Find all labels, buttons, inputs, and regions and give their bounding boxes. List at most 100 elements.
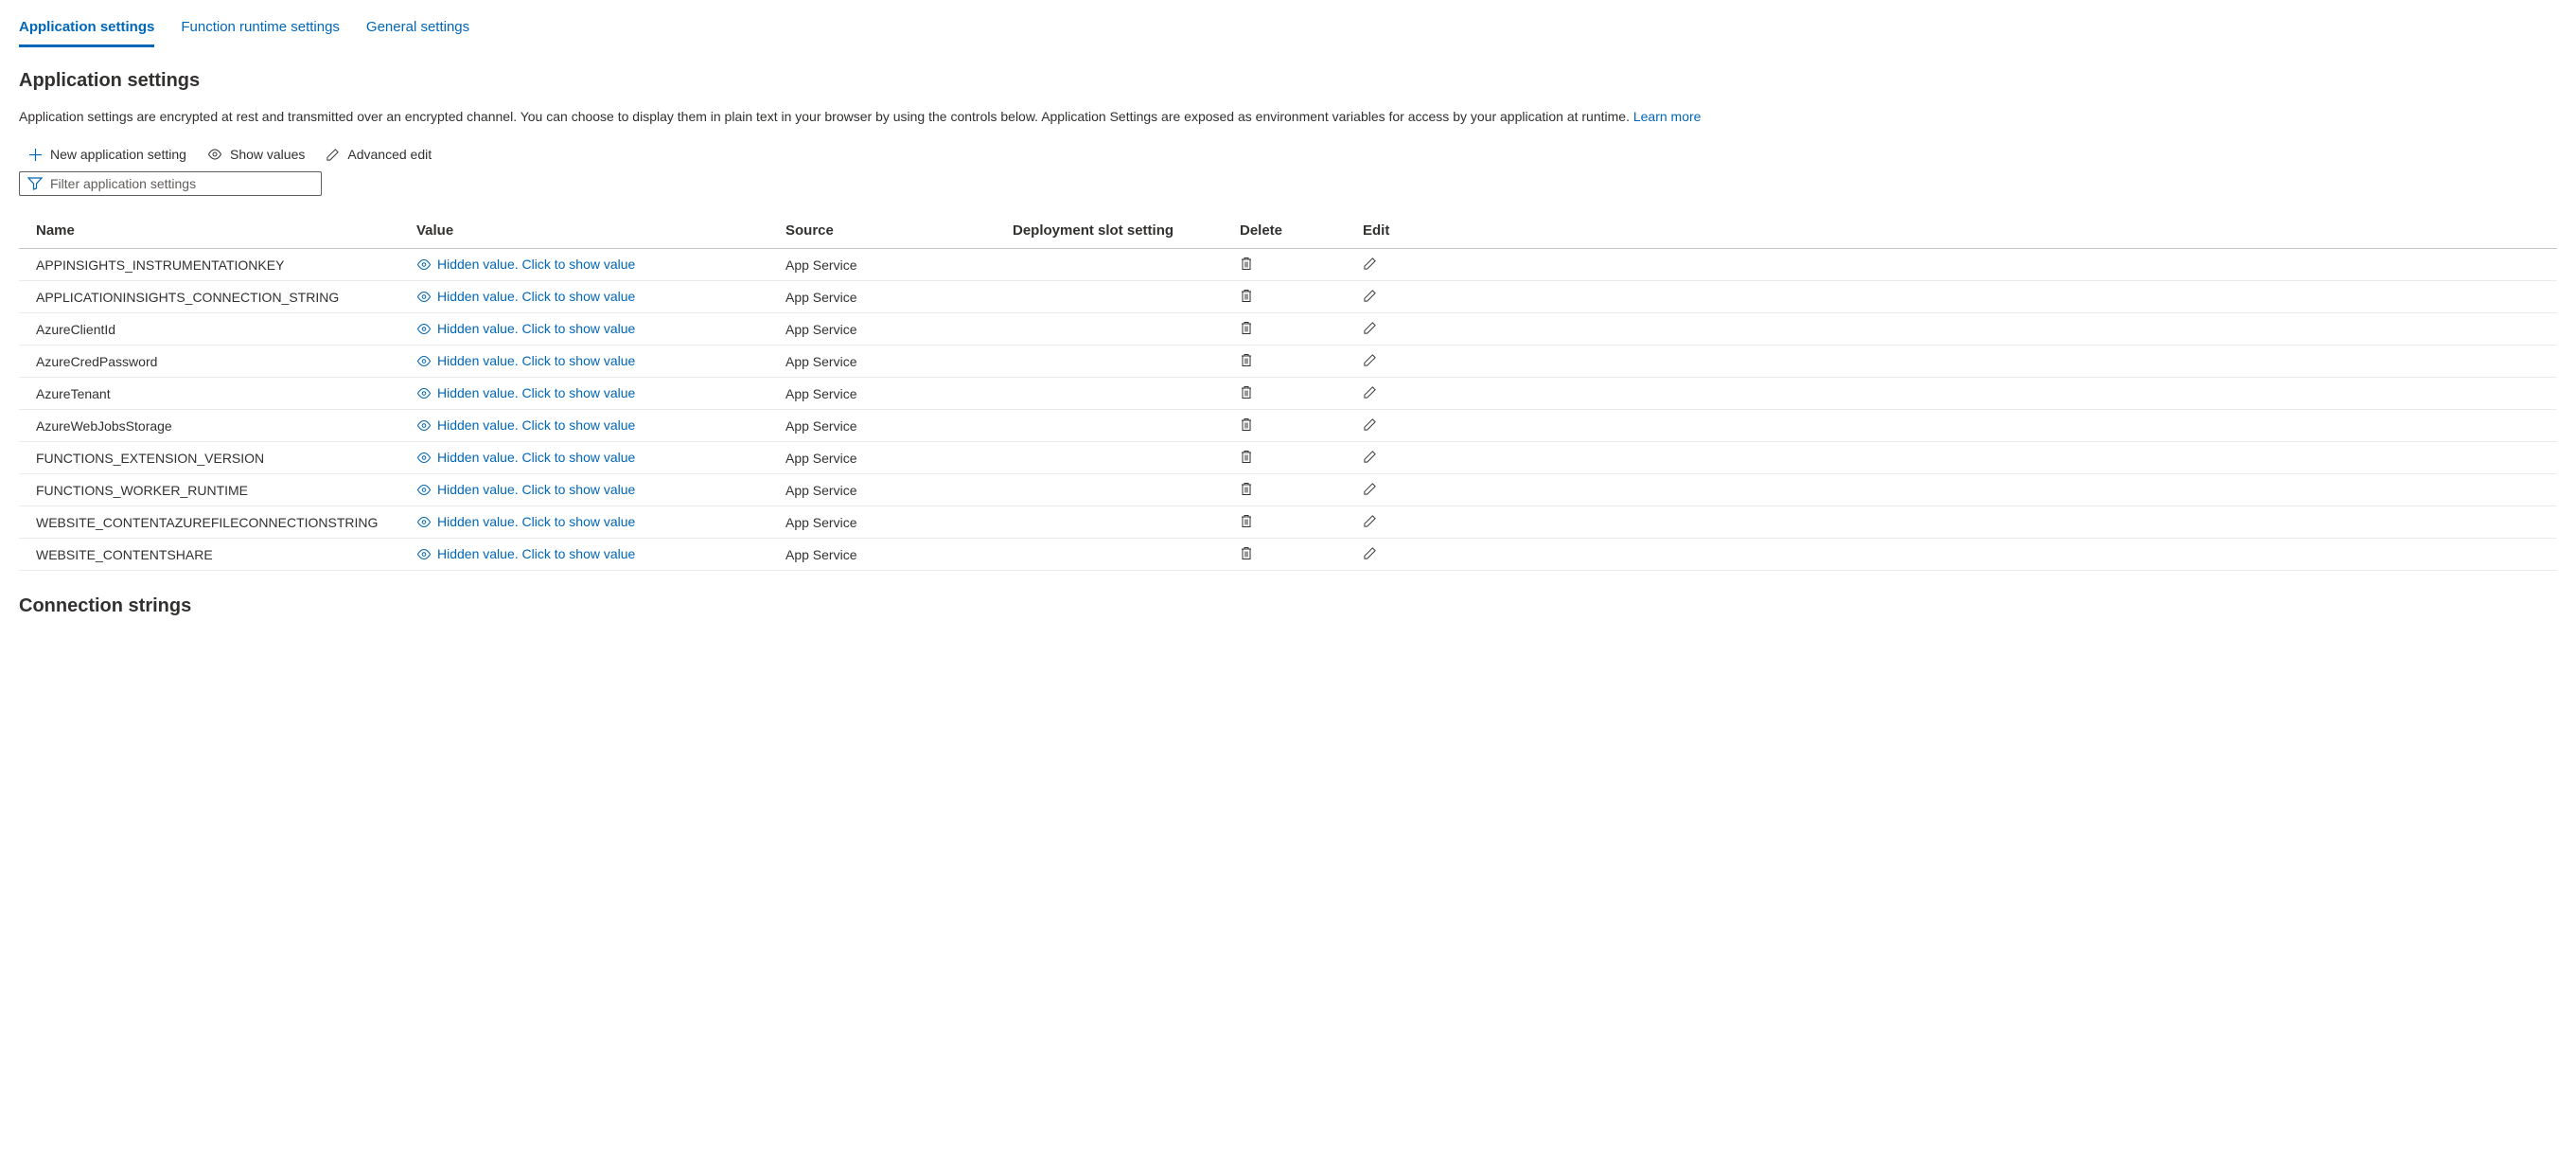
delete-button[interactable] bbox=[1240, 385, 1253, 399]
edit-button[interactable] bbox=[1363, 385, 1377, 399]
table-row: FUNCTIONS_EXTENSION_VERSIONHidden value.… bbox=[19, 442, 2557, 474]
hidden-value-link[interactable]: Hidden value. Click to show value bbox=[416, 514, 635, 529]
hidden-value-link[interactable]: Hidden value. Click to show value bbox=[416, 321, 635, 336]
col-header-value[interactable]: Value bbox=[416, 222, 785, 239]
col-header-delete: Delete bbox=[1240, 222, 1363, 239]
setting-name[interactable]: AzureCredPassword bbox=[19, 354, 416, 369]
col-header-source[interactable]: Source bbox=[785, 222, 1013, 239]
delete-button[interactable] bbox=[1240, 482, 1253, 496]
setting-source: App Service bbox=[785, 290, 1013, 305]
tabs-bar: Application settings Function runtime se… bbox=[19, 0, 2557, 47]
setting-name[interactable]: WEBSITE_CONTENTAZUREFILECONNECTIONSTRING bbox=[19, 515, 416, 530]
eye-icon bbox=[416, 356, 432, 366]
edit-button[interactable] bbox=[1363, 417, 1377, 432]
hidden-value-link[interactable]: Hidden value. Click to show value bbox=[416, 450, 635, 465]
edit-button[interactable] bbox=[1363, 482, 1377, 496]
table-row: WEBSITE_CONTENTSHAREHidden value. Click … bbox=[19, 539, 2557, 571]
edit-button[interactable] bbox=[1363, 546, 1377, 560]
setting-name[interactable]: AzureTenant bbox=[19, 386, 416, 401]
setting-name[interactable]: AzureClientId bbox=[19, 322, 416, 337]
edit-button[interactable] bbox=[1363, 450, 1377, 464]
table-body: APPINSIGHTS_INSTRUMENTATIONKEYHidden val… bbox=[19, 249, 2557, 571]
hidden-value-link[interactable]: Hidden value. Click to show value bbox=[416, 353, 635, 368]
edit-button[interactable] bbox=[1363, 289, 1377, 303]
delete-button[interactable] bbox=[1240, 257, 1253, 271]
delete-button[interactable] bbox=[1240, 417, 1253, 432]
delete-button[interactable] bbox=[1240, 450, 1253, 464]
advanced-edit-button[interactable]: Advanced edit bbox=[326, 147, 432, 162]
setting-name[interactable]: APPLICATIONINSIGHTS_CONNECTION_STRING bbox=[19, 290, 416, 305]
eye-icon bbox=[416, 259, 432, 270]
hidden-value-text: Hidden value. Click to show value bbox=[437, 482, 635, 497]
pencil-icon bbox=[1363, 385, 1377, 399]
edit-button[interactable] bbox=[1363, 257, 1377, 271]
setting-name[interactable]: FUNCTIONS_EXTENSION_VERSION bbox=[19, 451, 416, 466]
pencil-icon bbox=[1363, 257, 1377, 271]
eye-icon bbox=[416, 388, 432, 399]
hidden-value-text: Hidden value. Click to show value bbox=[437, 514, 635, 529]
col-header-slot[interactable]: Deployment slot setting bbox=[1013, 222, 1240, 239]
edit-button[interactable] bbox=[1363, 353, 1377, 367]
advanced-edit-label: Advanced edit bbox=[347, 147, 432, 162]
table-row: AzureTenant Hidden value. Click to show v… bbox=[19, 378, 2557, 410]
hidden-value-text: Hidden value. Click to show value bbox=[437, 417, 635, 433]
setting-name[interactable]: APPINSIGHTS_INSTRUMENTATIONKEY bbox=[19, 257, 416, 273]
edit-button[interactable] bbox=[1363, 514, 1377, 528]
tab-general-settings[interactable]: General settings bbox=[366, 13, 469, 47]
col-header-name[interactable]: Name bbox=[19, 222, 416, 239]
trash-icon bbox=[1240, 482, 1253, 496]
trash-icon bbox=[1240, 289, 1253, 303]
new-application-setting-label: New application setting bbox=[50, 147, 186, 162]
filter-box[interactable] bbox=[19, 171, 322, 196]
delete-button[interactable] bbox=[1240, 546, 1253, 560]
hidden-value-link[interactable]: Hidden value. Click to show value bbox=[416, 482, 635, 497]
delete-button[interactable] bbox=[1240, 289, 1253, 303]
trash-icon bbox=[1240, 514, 1253, 528]
eye-icon bbox=[416, 549, 432, 559]
table-row: FUNCTIONS_WORKER_RUNTIME Hidden value. Cl… bbox=[19, 474, 2557, 506]
filter-input[interactable] bbox=[50, 176, 313, 191]
delete-button[interactable] bbox=[1240, 514, 1253, 528]
table-row: APPLICATIONINSIGHTS_CONNECTION_STRING Hid… bbox=[19, 281, 2557, 313]
toolbar: New application setting Show values Adva… bbox=[19, 147, 2557, 162]
hidden-value-link[interactable]: Hidden value. Click to show value bbox=[416, 385, 635, 400]
tab-application-settings[interactable]: Application settings bbox=[19, 13, 154, 47]
delete-button[interactable] bbox=[1240, 353, 1253, 367]
hidden-value-link[interactable]: Hidden value. Click to show value bbox=[416, 546, 635, 561]
edit-button[interactable] bbox=[1363, 321, 1377, 335]
eye-icon bbox=[416, 517, 432, 527]
pencil-icon bbox=[1363, 289, 1377, 303]
trash-icon bbox=[1240, 385, 1253, 399]
col-header-edit: Edit bbox=[1363, 222, 1457, 239]
pencil-icon bbox=[1363, 514, 1377, 528]
trash-icon bbox=[1240, 450, 1253, 464]
hidden-value-text: Hidden value. Click to show value bbox=[437, 385, 635, 400]
hidden-value-link[interactable]: Hidden value. Click to show value bbox=[416, 417, 635, 433]
pencil-icon bbox=[1363, 546, 1377, 560]
hidden-value-link[interactable]: Hidden value. Click to show value bbox=[416, 257, 635, 272]
setting-name[interactable]: FUNCTIONS_WORKER_RUNTIME bbox=[19, 483, 416, 498]
table-header: Name Value Source Deployment slot settin… bbox=[19, 213, 2557, 249]
setting-name[interactable]: WEBSITE_CONTENTSHARE bbox=[19, 547, 416, 562]
description-text: Application settings are encrypted at re… bbox=[19, 109, 1633, 124]
setting-source: App Service bbox=[785, 386, 1013, 401]
setting-source: App Service bbox=[785, 451, 1013, 466]
section-title: Application settings bbox=[19, 70, 2557, 92]
section-description: Application settings are encrypted at re… bbox=[19, 107, 2557, 126]
pencil-icon bbox=[326, 148, 340, 162]
hidden-value-link[interactable]: Hidden value. Click to show value bbox=[416, 289, 635, 304]
trash-icon bbox=[1240, 353, 1253, 367]
hidden-value-text: Hidden value. Click to show value bbox=[437, 289, 635, 304]
tab-function-runtime-settings[interactable]: Function runtime settings bbox=[181, 13, 340, 47]
eye-icon bbox=[416, 324, 432, 334]
plus-icon bbox=[28, 148, 43, 162]
setting-source: App Service bbox=[785, 547, 1013, 562]
connection-strings-title: Connection strings bbox=[19, 595, 2557, 617]
learn-more-link[interactable]: Learn more bbox=[1633, 109, 1702, 124]
trash-icon bbox=[1240, 546, 1253, 560]
show-values-button[interactable]: Show values bbox=[207, 147, 305, 162]
setting-source: App Service bbox=[785, 354, 1013, 369]
new-application-setting-button[interactable]: New application setting bbox=[28, 147, 186, 162]
setting-name[interactable]: AzureWebJobsStorage bbox=[19, 418, 416, 434]
delete-button[interactable] bbox=[1240, 321, 1253, 335]
